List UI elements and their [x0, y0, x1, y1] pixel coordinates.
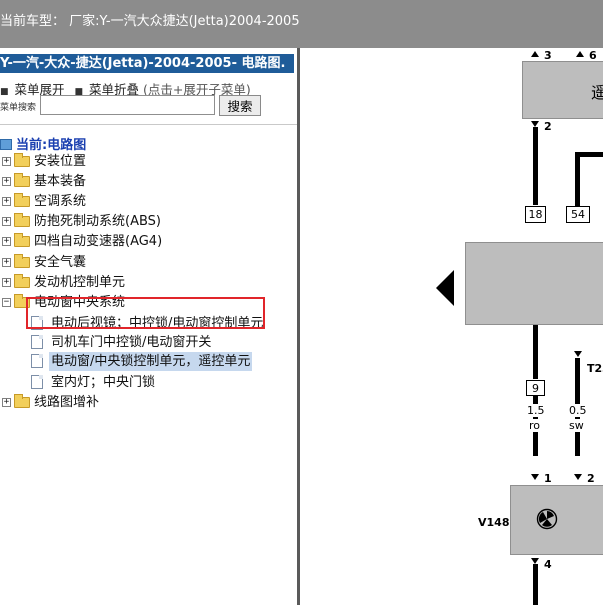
arrow-down-icon	[574, 474, 582, 480]
selection-highlight-box	[26, 297, 265, 329]
folder-icon	[14, 274, 30, 288]
expand-square-icon: ■	[0, 87, 9, 97]
arrow-down-icon	[531, 474, 539, 480]
document-icon	[31, 335, 43, 349]
wire-a-color: ro	[528, 419, 542, 432]
current-vehicle-text: 当前车型： 厂家:Y-一汽大众捷达(Jetta)2004-2005	[0, 14, 300, 29]
pin-label: 2	[544, 120, 552, 133]
pin-label: 4	[544, 558, 552, 571]
folder-icon	[14, 233, 30, 247]
expand-plus-icon[interactable]: +	[2, 197, 11, 206]
t23-label: T23	[587, 362, 603, 375]
wire	[533, 564, 538, 605]
wire	[533, 325, 538, 379]
folder-icon	[14, 153, 30, 167]
arrow-up-icon	[576, 51, 584, 57]
wire	[575, 358, 580, 378]
remote-unit-label: 遥	[591, 83, 603, 102]
arrow-down-icon	[574, 351, 582, 357]
menu-search-input[interactable]	[40, 95, 215, 115]
folder-icon	[14, 193, 30, 207]
wire-b-size: 0.5	[568, 404, 588, 417]
wire-b-color: sw	[568, 419, 585, 432]
folder-icon	[14, 254, 30, 268]
arrow-up-icon	[531, 51, 539, 57]
wire	[533, 127, 538, 205]
expand-plus-icon[interactable]: +	[2, 258, 11, 267]
wire	[575, 152, 603, 157]
remote-control-unit-box: 遥	[522, 61, 603, 119]
computer-icon	[0, 139, 12, 150]
wire-a-size: 1.5	[526, 404, 546, 417]
motor-icon	[536, 508, 558, 530]
document-icon	[31, 375, 43, 389]
collapse-minus-icon[interactable]: −	[2, 298, 11, 307]
wiring-diagram: 3 6 遥 2 18 54 T23 9 1.5 ro 0.5 sw 1 2 V1…	[300, 48, 603, 605]
expand-plus-icon[interactable]: +	[2, 398, 11, 407]
pin-label: 1	[544, 472, 552, 485]
panel-divider	[0, 124, 297, 125]
connector-54: 54	[566, 206, 590, 223]
pin-label: 2	[587, 472, 595, 485]
expand-plus-icon[interactable]: +	[2, 278, 11, 287]
folder-icon	[14, 173, 30, 187]
header-bar: 当前车型： 厂家:Y-一汽大众捷达(Jetta)2004-2005	[0, 0, 603, 48]
motor-v148-box	[510, 485, 603, 555]
folder-icon	[14, 213, 30, 227]
connector-9: 9	[526, 380, 545, 396]
wire	[575, 378, 580, 456]
folder-icon	[14, 394, 30, 408]
menu-panel-title: Y-一汽-大众-捷达(Jetta)-2004-2005- 电路图.	[0, 54, 294, 73]
search-button[interactable]: 搜索	[219, 95, 261, 116]
arrow-left-icon	[436, 270, 454, 306]
tree-current-label: 当前:电路图	[16, 138, 87, 153]
wire	[575, 152, 580, 208]
tree-current-node[interactable]: 当前:电路图	[0, 134, 86, 153]
search-label: 菜单搜索	[0, 103, 37, 113]
document-icon	[31, 354, 43, 368]
expand-plus-icon[interactable]: +	[2, 177, 11, 186]
component-label: V148	[478, 516, 510, 529]
expand-plus-icon[interactable]: +	[2, 217, 11, 226]
control-unit-box	[465, 242, 603, 325]
expand-plus-icon[interactable]: +	[2, 237, 11, 246]
connector-18: 18	[525, 206, 546, 223]
expand-plus-icon[interactable]: +	[2, 157, 11, 166]
